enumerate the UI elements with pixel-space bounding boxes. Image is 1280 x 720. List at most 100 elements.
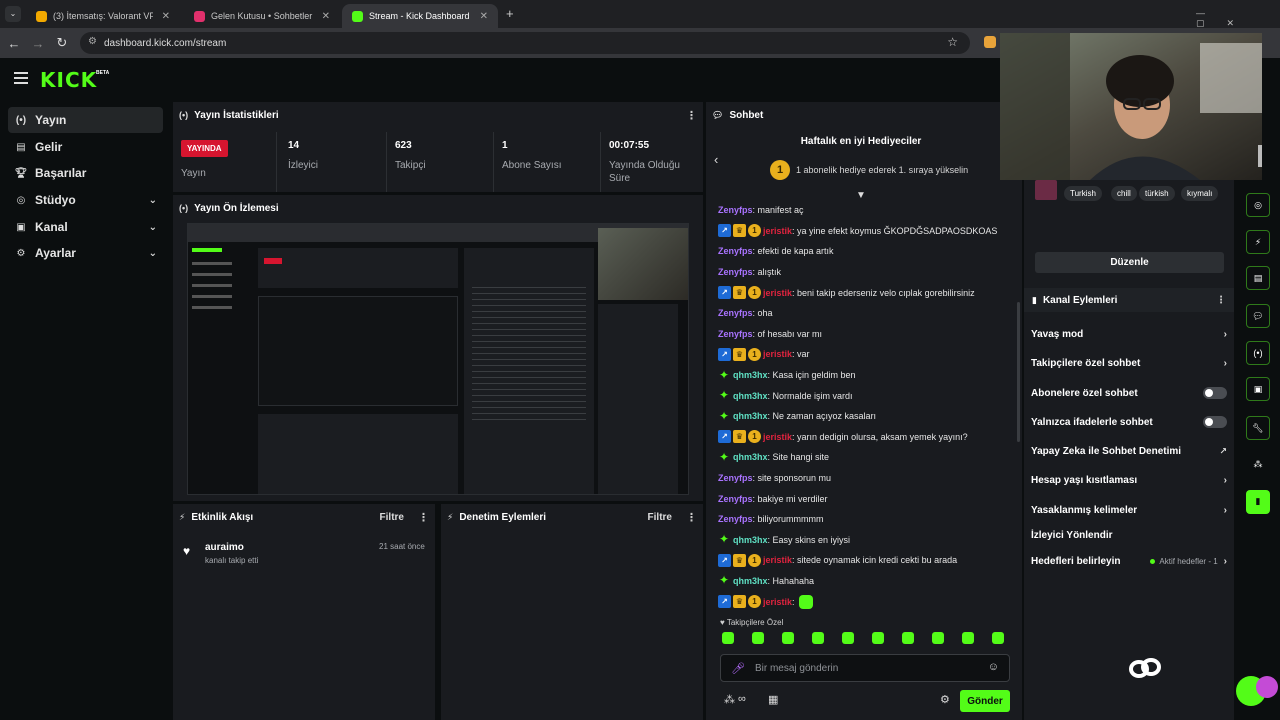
browser-tab-kick[interactable]: Stream - Kick Dashboard ✕ (342, 4, 498, 28)
sidebar-item-gelir[interactable]: ▤ Gelir (8, 134, 163, 160)
chat-username[interactable]: jeristik (763, 349, 792, 359)
chevron-down-icon: ⌄ (148, 221, 157, 233)
action-ai-moderation[interactable]: Yapay Zeka ile Sohbet Denetimi ↗ (1031, 441, 1227, 461)
chat-username[interactable]: qhm3hx (733, 535, 768, 545)
og-badge-icon: ✦ (718, 388, 730, 403)
rail-chat-icon[interactable]: 💬︎ (1246, 304, 1270, 328)
infinity-icon[interactable]: ∞ (738, 693, 746, 705)
sidebar-item-studyo[interactable]: ◎ Stüdyo ⌄ (8, 187, 163, 213)
rail-wrench-icon[interactable]: 🔧︎ (1246, 416, 1270, 440)
more-options-icon[interactable]: ⋮ (686, 109, 697, 122)
chat-message: ↗ ♛ 1 jeristik: yarın dedigin olursa, aksam… (718, 427, 1008, 448)
address-bar[interactable]: ⚙ dashboard.kick.com/stream ☆ (80, 32, 970, 54)
browser-tab-itemsatis[interactable]: (3) İtemsatış: Valorant VP, P ✕ (26, 4, 180, 28)
action-slow-mode[interactable]: Yavaş mod › (1031, 324, 1227, 344)
chat-username[interactable]: jeristik (763, 432, 792, 442)
close-icon[interactable]: ✕ (162, 11, 170, 22)
chat-username[interactable]: qhm3hx (733, 452, 768, 462)
emote-button[interactable] (932, 632, 944, 644)
chat-username[interactable]: jeristik (763, 555, 792, 565)
close-icon[interactable]: ✕ (480, 11, 488, 22)
sidebar-item-ayarlar[interactable]: ⚙ Ayarlar ⌄ (8, 240, 163, 266)
chat-username[interactable]: jeristik (763, 597, 792, 607)
emote-button[interactable] (752, 632, 764, 644)
edit-button[interactable]: Düzenle (1035, 252, 1224, 273)
chat-username[interactable]: qhm3hx (733, 411, 768, 421)
emoji-icon[interactable]: ☺ (988, 661, 999, 673)
chat-username[interactable]: qhm3hx (733, 391, 768, 401)
rail-broadcast-icon[interactable]: (•) (1246, 341, 1270, 365)
subscribers-only-toggle[interactable] (1203, 387, 1227, 399)
assistant-icon[interactable] (1256, 676, 1278, 698)
send-button[interactable]: Gönder (960, 690, 1010, 712)
chat-input[interactable]: 🎤︎ Bir mesaj gönderin ☺ (720, 654, 1010, 682)
rail-document-icon[interactable]: ▤ (1246, 266, 1270, 290)
tab-search-button[interactable]: ⌄ (5, 6, 21, 22)
rail-layout-icon[interactable]: ▣ (1246, 377, 1270, 401)
window-controls[interactable]: —▢✕ (1196, 8, 1280, 29)
sidebar-item-yayin[interactable]: (•) Yayın (8, 107, 163, 133)
filter-button[interactable]: Filtre (648, 512, 672, 523)
close-icon[interactable]: ✕ (322, 11, 330, 22)
rail-camera-icon[interactable]: ◎ (1246, 193, 1270, 217)
filter-button[interactable]: Filtre (380, 512, 404, 523)
chat-username[interactable]: Zenyfps (718, 267, 753, 277)
back-icon[interactable]: ← (2, 36, 26, 51)
chat-username[interactable]: jeristik (763, 226, 792, 236)
rail-app-icon[interactable]: ▮ (1246, 490, 1270, 514)
emote-button[interactable] (902, 632, 914, 644)
action-raid[interactable]: İzleyici Yönlendir (1031, 525, 1227, 545)
store-icon[interactable]: ▦ (768, 693, 778, 706)
chat-scrollbar[interactable] (1017, 302, 1020, 442)
chevron-left-icon[interactable]: ‹ (714, 152, 718, 167)
microphone-icon[interactable]: 🎤︎ (731, 662, 745, 675)
menu-icon[interactable] (14, 72, 28, 84)
forward-icon[interactable]: → (26, 36, 50, 51)
action-account-age[interactable]: Hesap yaşı kısıtlaması › (1031, 470, 1227, 490)
rail-lightning-icon[interactable]: ⚡︎ (1246, 230, 1270, 254)
emote-button[interactable] (962, 632, 974, 644)
action-banned-words[interactable]: Yasaklanmış kelimeler › (1031, 500, 1227, 520)
kick-logo[interactable]: KICK (40, 68, 97, 92)
bookmark-star-icon[interactable]: ☆ (947, 35, 958, 49)
extension-icon[interactable] (984, 36, 996, 48)
more-options-icon[interactable]: ⋮ (418, 511, 429, 524)
chat-username[interactable]: Zenyfps (718, 246, 753, 256)
rail-dots-icon[interactable]: ⁂ (1246, 453, 1270, 477)
more-options-icon[interactable]: ⋮ (1216, 295, 1226, 306)
sidebar-item-basarilar[interactable]: 🏆︎ Başarılar (8, 160, 163, 186)
chat-text: : beni takip ederseniz velo cıplak goreb… (792, 287, 975, 298)
chat-username[interactable]: Zenyfps (718, 205, 753, 215)
tag-chip[interactable]: türkish (1139, 186, 1175, 201)
stream-preview-video[interactable] (187, 223, 689, 495)
chat-username[interactable]: Zenyfps (718, 473, 753, 483)
chat-username[interactable]: Zenyfps (718, 494, 753, 504)
emote-only-toggle[interactable] (1203, 416, 1227, 428)
site-info-icon[interactable]: ⚙ (88, 36, 97, 47)
action-goals[interactable]: Hedefleri belirleyin Aktif hedefler - 1 … (1031, 551, 1227, 571)
tag-chip[interactable]: Turkish (1064, 186, 1102, 201)
more-options-icon[interactable]: ⋮ (686, 511, 697, 524)
emote-button[interactable] (842, 632, 854, 644)
emote-button[interactable] (992, 632, 1004, 644)
chat-username[interactable]: qhm3hx (733, 370, 768, 380)
chat-username[interactable]: Zenyfps (718, 514, 753, 524)
new-tab-button[interactable]: + (506, 6, 514, 21)
tag-chip[interactable]: kıymalı (1181, 186, 1219, 201)
event-user[interactable]: auraimo (205, 542, 244, 553)
chat-username[interactable]: jeristik (763, 288, 792, 298)
chat-username[interactable]: Zenyfps (718, 329, 753, 339)
chat-username[interactable]: Zenyfps (718, 308, 753, 318)
sidebar-item-kanal[interactable]: ▣ Kanal ⌄ (8, 214, 163, 240)
chat-username[interactable]: qhm3hx (733, 576, 768, 586)
emote-button[interactable] (722, 632, 734, 644)
reload-icon[interactable]: ↻ (50, 35, 74, 51)
emote-button[interactable] (782, 632, 794, 644)
gear-icon[interactable]: ⚙ (940, 693, 950, 706)
emote-button[interactable] (872, 632, 884, 644)
users-icon[interactable]: ⁂ (724, 693, 735, 706)
tag-chip[interactable]: chill (1111, 186, 1137, 201)
action-followers-only[interactable]: Takipçilere özel sohbet › (1031, 353, 1227, 373)
browser-tab-instagram[interactable]: Gelen Kutusu • Sohbetler ✕ (184, 4, 340, 28)
emote-button[interactable] (812, 632, 824, 644)
